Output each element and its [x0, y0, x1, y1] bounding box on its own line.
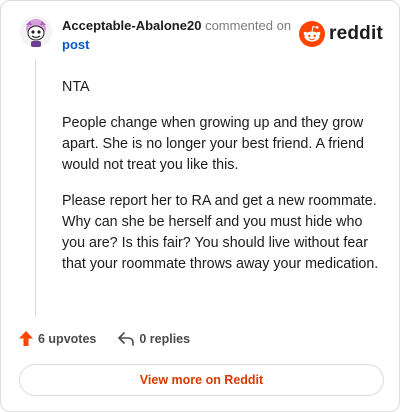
comment-paragraph: NTA: [62, 79, 90, 95]
comment-embed-card: Acceptable-Abalone20 commented on post r…: [0, 0, 400, 412]
avatar-icon: [20, 16, 52, 48]
post-link[interactable]: post: [62, 36, 89, 54]
comment-paragraph: People change when growing up and they g…: [62, 115, 365, 173]
comment-paragraph: Please report her to RA and get a new ro…: [62, 193, 379, 272]
reddit-logo[interactable]: reddit: [299, 20, 383, 48]
thread-line: [35, 59, 36, 317]
reddit-snoo-icon: [299, 21, 326, 47]
comment-stats: 6 upvotes 0 replies: [19, 331, 190, 346]
comment-body: NTA People change when growing up and th…: [62, 77, 382, 290]
reply-arrow-icon: [118, 331, 135, 346]
reply-count: 0 replies: [139, 331, 191, 346]
upvote-arrow-icon: [19, 331, 33, 346]
upvote-stat[interactable]: 6 upvotes: [19, 331, 96, 346]
user-avatar[interactable]: [19, 15, 53, 49]
upvote-count: 6 upvotes: [38, 331, 97, 346]
comment-meta: Acceptable-Abalone20 commented on post: [62, 17, 302, 54]
view-more-button[interactable]: View more on Reddit: [19, 364, 384, 396]
brand-wordmark: reddit: [329, 23, 383, 44]
reply-stat[interactable]: 0 replies: [118, 332, 190, 346]
username-link[interactable]: Acceptable-Abalone20: [62, 18, 201, 33]
action-text: commented on: [205, 18, 292, 33]
